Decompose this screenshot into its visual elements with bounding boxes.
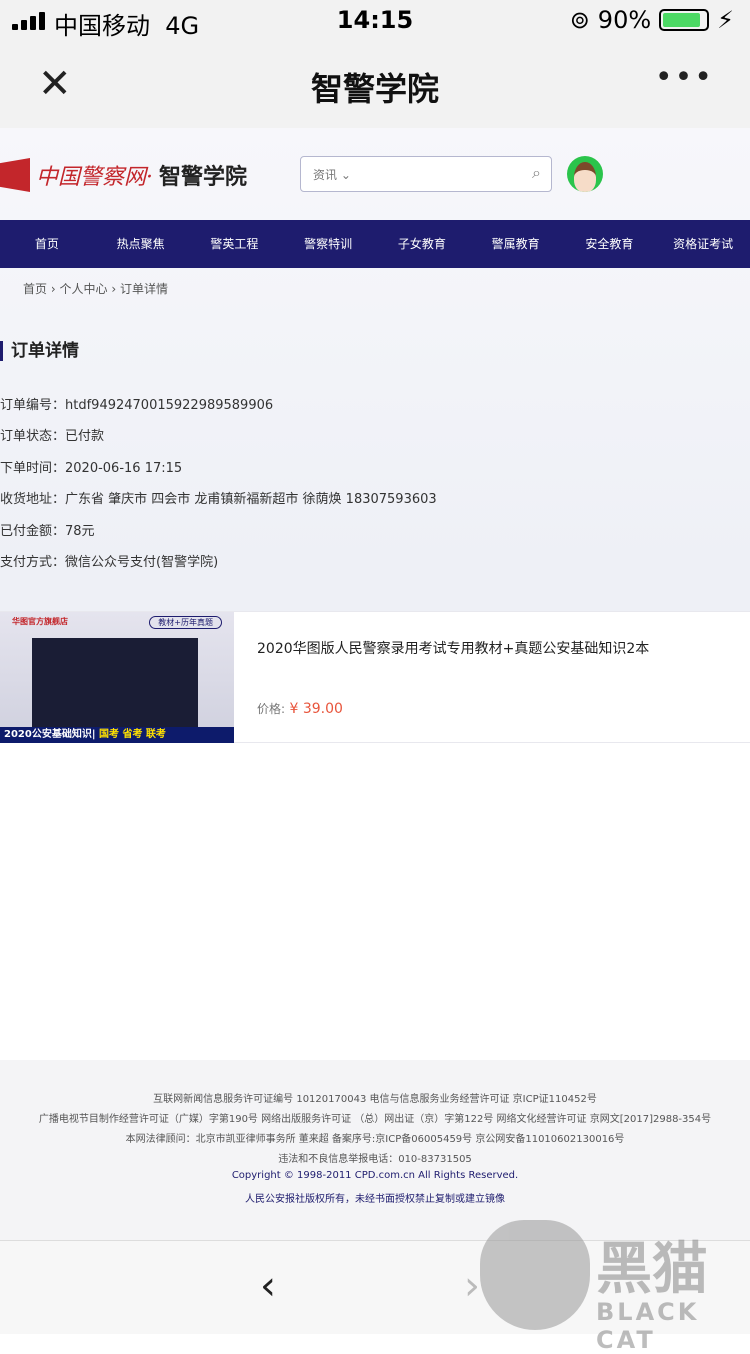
menu-item[interactable]: 热点聚焦 <box>94 220 188 268</box>
shipping-address: 收货地址：广东省 肇庆市 四会市 龙甫镇新福新超市 徐荫焕 1830759360… <box>0 492 437 508</box>
menu-item[interactable]: 首页 <box>0 220 94 268</box>
charging-icon: ⚡ <box>717 6 734 34</box>
avatar[interactable] <box>567 156 603 192</box>
order-status: 订单状态：已付款 <box>0 429 105 445</box>
logo-subtitle: 智警学院 <box>159 165 248 190</box>
search-category-select[interactable]: 资讯 ⌄ <box>313 168 351 182</box>
product-image[interactable]: 华图官方旗舰店 教材+历年真题 2020公安基础知识| 国考 省考 联考 <box>0 612 234 743</box>
paid-amount: 已付金额：78元 <box>0 523 95 539</box>
order-number: 订单编号：htdf949247001592298958990​6 <box>0 398 274 413</box>
payment-method: 支付方式：微信公众号支付(智警学院) <box>0 554 219 570</box>
search-input[interactable]: 资讯 ⌄ ⌕ <box>300 156 552 192</box>
cat-icon <box>480 1220 590 1330</box>
breadcrumb-home[interactable]: 首页 <box>23 282 47 296</box>
product-price: 价格: ¥ 39.00 <box>257 701 343 717</box>
battery-icon <box>659 9 710 31</box>
menu-item[interactable]: 安全教育 <box>563 220 657 268</box>
menu-item[interactable]: 警属教育 <box>469 220 563 268</box>
section-title: 订单详情 <box>0 341 79 361</box>
lock-rotation-icon: ⊚ <box>569 6 590 34</box>
menu-item[interactable]: 警英工程 <box>188 220 282 268</box>
site-logo[interactable]: 中国警察网· 智警学院 <box>0 158 247 192</box>
status-bar: 中国移动 4G 14:15 ⊚ 90% ⚡ <box>0 0 750 40</box>
breadcrumb-current: 订单详情 <box>119 282 168 296</box>
chevron-right-icon: › <box>50 282 56 296</box>
site-header: 中国警察网· 智警学院 资讯 ⌄ ⌕ <box>0 128 750 220</box>
webview-navbar: ✕ 智警学院 ••• <box>0 40 750 128</box>
play-logo-icon <box>0 158 30 192</box>
page-title: 智警学院 <box>310 70 439 108</box>
logo-text: 中国警察网· <box>36 165 153 190</box>
web-page: 中国警察网· 智警学院 资讯 ⌄ ⌕ 首页 热点聚焦 警英工程 警察特训 子女教… <box>0 128 750 1240</box>
search-icon[interactable]: ⌕ <box>532 163 541 183</box>
forward-icon[interactable]: › <box>464 1263 480 1309</box>
main-menu: 首页 热点聚焦 警英工程 警察特训 子女教育 警属教育 安全教育 资格证考试 <box>0 220 750 268</box>
order-info: 订单编号：htdf949247001592298958990​6 订单状态：已付… <box>0 394 437 582</box>
breadcrumb-user-center[interactable]: 个人中心 <box>59 282 107 296</box>
watermark-logo: 黑猫 BLACK CAT <box>480 1220 750 1354</box>
menu-item[interactable]: 警察特训 <box>281 220 375 268</box>
menu-item[interactable]: 资格证考试 <box>656 220 750 268</box>
site-footer: 互联网新闻信息服务许可证编号 10120170043 电信与信息服务业务经营许可… <box>0 1060 750 1240</box>
breadcrumb: 首页 › 个人中心 › 订单详情 <box>0 268 750 308</box>
menu-item[interactable]: 子女教育 <box>375 220 469 268</box>
product-item[interactable]: 华图官方旗舰店 教材+历年真题 2020公安基础知识| 国考 省考 联考 202… <box>0 611 750 743</box>
back-icon[interactable]: ‹ <box>260 1263 276 1309</box>
product-name[interactable]: 2020华图版人民警察录用考试专用教材+真题公安基础知识2本 <box>257 638 649 658</box>
more-icon[interactable]: ••• <box>655 60 714 95</box>
chevron-right-icon: › <box>111 282 117 296</box>
battery: ⊚ 90% ⚡ <box>569 6 734 34</box>
order-time: 下单时间：2020-06-16 17:15 <box>0 460 183 476</box>
